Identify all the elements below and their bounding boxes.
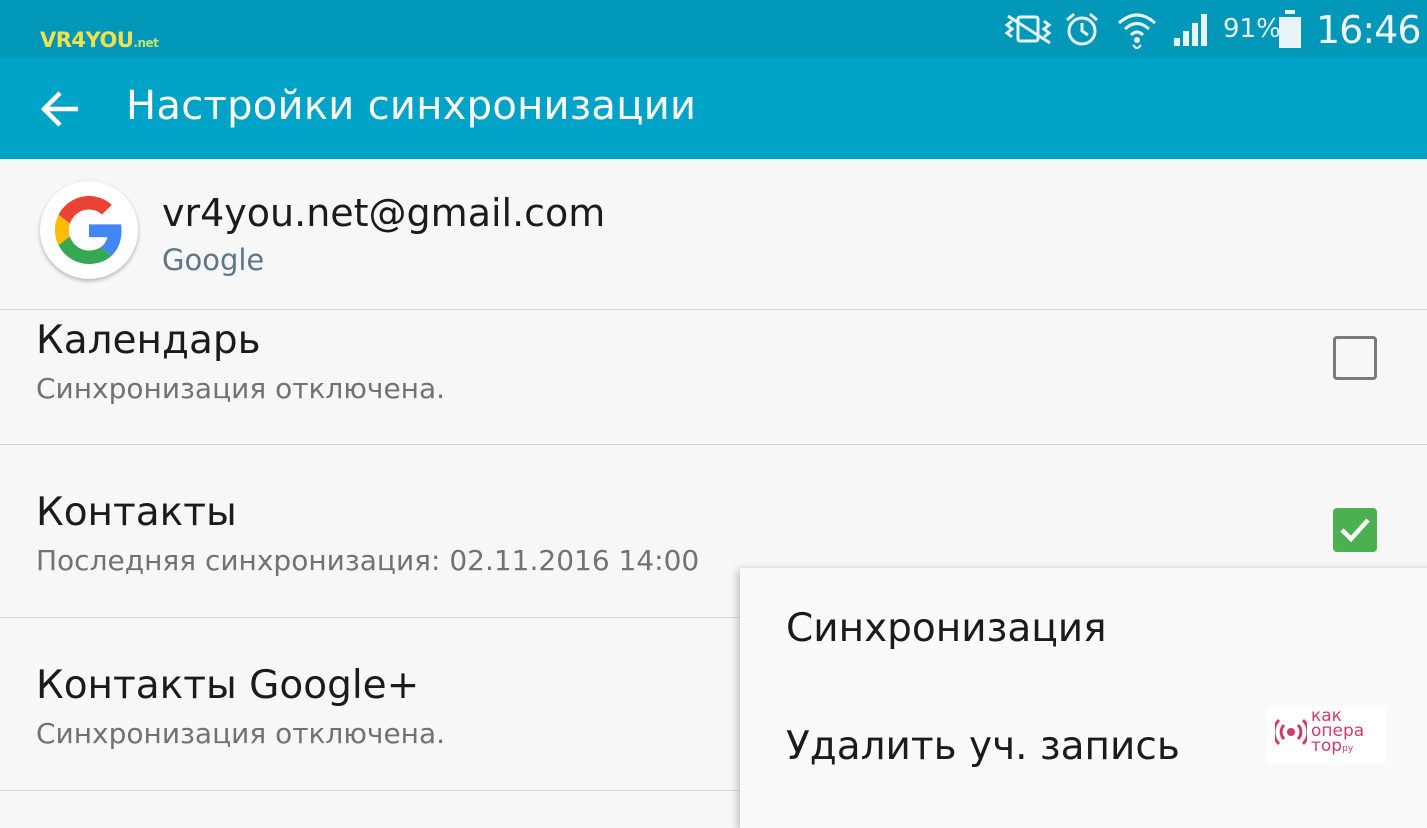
- wifi-icon: [1118, 13, 1156, 49]
- status-icons: 91% 16:46: [0, 0, 1427, 57]
- google-g-icon: [55, 196, 122, 264]
- badge-line-text: тор: [1311, 736, 1343, 756]
- battery-percent: 91%: [1223, 14, 1281, 44]
- sync-item-calendar[interactable]: Календарь Синхронизация отключена.: [0, 310, 1427, 445]
- account-header: vr4you.net@gmail.com Google: [0, 159, 1427, 310]
- menu-item-label: Синхронизация: [786, 606, 1107, 651]
- page-title: Настройки синхронизации: [126, 83, 697, 129]
- signal-icon: [1174, 14, 1207, 46]
- sync-item-subtitle: Последняя синхронизация: 02.11.2016 14:0…: [36, 544, 700, 577]
- badge-line: торру: [1311, 736, 1391, 757]
- back-button[interactable]: [36, 83, 88, 135]
- app-bar: Настройки синхронизации: [0, 57, 1427, 159]
- alarm-icon: [1066, 12, 1098, 46]
- sync-item-subtitle: Синхронизация отключена.: [36, 372, 446, 405]
- battery-icon: [1279, 10, 1301, 48]
- menu-item-label: Удалить уч. запись: [786, 724, 1180, 769]
- clock: 16:46: [1316, 8, 1422, 52]
- calendar-checkbox[interactable]: [1333, 336, 1377, 380]
- status-bar: VR4YOU.net 91% 16:46: [0, 0, 1427, 57]
- badge-text: как опера торру: [1311, 708, 1391, 757]
- badge-suffix: ру: [1342, 744, 1354, 754]
- overflow-menu: Синхронизация Удалить уч. запись: [740, 568, 1427, 828]
- avatar: [40, 181, 138, 279]
- sync-item-title: Контакты: [36, 490, 237, 535]
- menu-item-sync[interactable]: Синхронизация: [740, 580, 1427, 680]
- radio-waves-icon: [1275, 718, 1307, 746]
- sync-item-title: Календарь: [36, 318, 261, 363]
- vibrate-mute-icon: [1004, 14, 1052, 45]
- contacts-checkbox[interactable]: [1333, 508, 1377, 552]
- account-email: vr4you.net@gmail.com: [162, 191, 606, 235]
- sync-item-title: Контакты Google+: [36, 663, 420, 708]
- account-type: Google: [162, 243, 265, 277]
- watermark-badge: как опера торру: [1267, 706, 1387, 764]
- sync-item-subtitle: Синхронизация отключена.: [36, 717, 446, 750]
- checkmark-icon: [1340, 518, 1370, 543]
- arrow-back-icon: [40, 91, 78, 127]
